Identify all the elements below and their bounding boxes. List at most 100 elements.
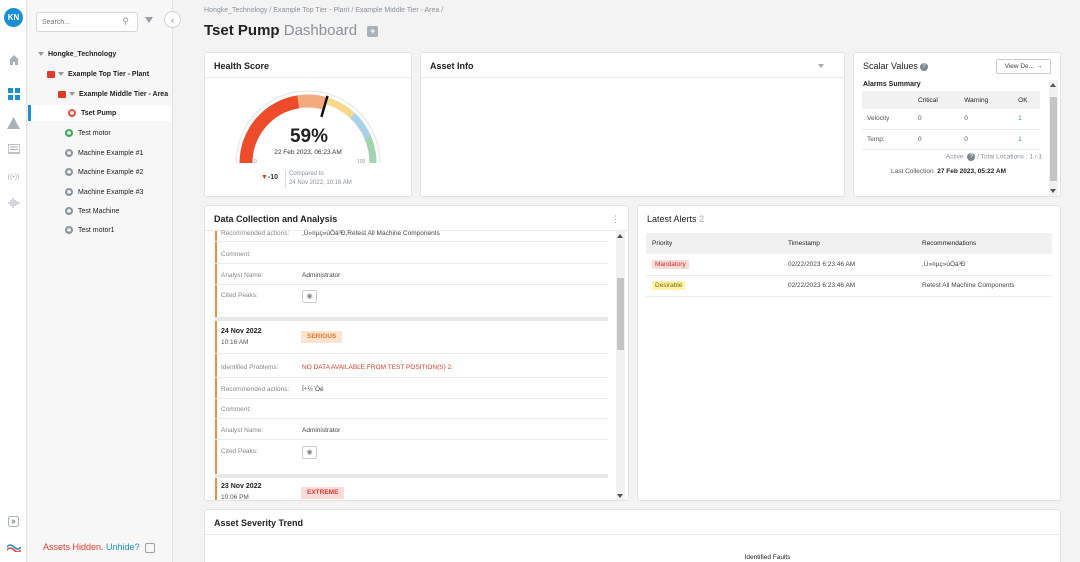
- left-rail: KN ((•)): [0, 0, 27, 562]
- entry-date: 23 Nov 2022: [221, 483, 262, 490]
- ok-count[interactable]: 1: [1013, 109, 1040, 130]
- scrollbar-thumb[interactable]: [1050, 97, 1057, 181]
- view-peaks-button[interactable]: ◉: [302, 290, 317, 303]
- tree-item-label: Machine Example #1: [78, 149, 144, 157]
- settings-icon[interactable]: [6, 514, 21, 529]
- tree-item-company[interactable]: Hongke_Technology: [38, 46, 116, 62]
- severity-trend-card: Asset Severity Trend Identified Faults: [204, 509, 1061, 562]
- severity-stripe: [215, 478, 217, 500]
- more-options-icon[interactable]: ⋮: [611, 214, 620, 225]
- scrollbar-thumb[interactable]: [617, 278, 624, 350]
- view-peaks-button[interactable]: ◉: [302, 446, 317, 459]
- data-collection-title: Data Collection and Analysis: [214, 214, 338, 224]
- identified-value: NO DATA AVAILABLE FROM TEST POSITION(S) …: [302, 364, 453, 371]
- filter-icon[interactable]: [145, 17, 153, 23]
- data-collection-scrollbar[interactable]: [616, 231, 625, 500]
- tree-item-area[interactable]: Example Middle Tier - Area: [58, 86, 168, 102]
- priority-cell: Desirable: [646, 275, 782, 297]
- home-icon[interactable]: [6, 52, 21, 67]
- caret-down-icon[interactable]: [69, 92, 75, 96]
- compared-label: Compared to: [289, 171, 324, 177]
- alarms-summary-title: Alarms Summary: [863, 81, 921, 88]
- tree-item-machine[interactable]: ✱ Machine Example #3: [65, 184, 143, 200]
- tree-item-machine[interactable]: ✱ Machine Example #2: [65, 164, 143, 180]
- arrow-right-icon: →: [1035, 63, 1043, 70]
- column-header: Timestamp: [782, 233, 916, 254]
- message-icon[interactable]: [6, 142, 21, 157]
- divider: [215, 398, 608, 399]
- machine-icon: ✱: [65, 207, 73, 215]
- scroll-up-icon[interactable]: [1050, 83, 1056, 87]
- ok-count[interactable]: 1: [1013, 129, 1040, 150]
- search-icon[interactable]: ⚲: [122, 16, 129, 27]
- alerts-count: 2: [699, 214, 705, 224]
- recommended-value: Í÷½¨Òé: [302, 386, 324, 393]
- tree-item-machine[interactable]: ✱ Test motor1: [65, 222, 115, 238]
- tree-item-machine[interactable]: ✱ Test motor: [65, 125, 111, 141]
- scroll-down-icon[interactable]: [1050, 189, 1056, 193]
- health-delta: ▼-10: [261, 174, 278, 181]
- severity-badge: EXTREME: [301, 487, 345, 499]
- compared-info: Compared to 24 Nov 2022, 10:16 AM: [285, 170, 352, 188]
- tree-item-label: Test motor: [78, 129, 111, 137]
- tree-item-label: Tset Pump: [81, 109, 117, 117]
- help-icon[interactable]: ?: [967, 153, 976, 161]
- add-widget-icon[interactable]: +: [367, 25, 379, 37]
- unhide-icon[interactable]: [145, 542, 156, 553]
- entry-time: 10:16 AM: [221, 339, 249, 346]
- severity-stripe: [215, 231, 217, 317]
- scroll-up-icon[interactable]: [617, 234, 623, 238]
- help-icon[interactable]: ?: [919, 62, 928, 71]
- divider: [215, 241, 608, 242]
- scroll-down-icon[interactable]: [617, 494, 623, 498]
- table-row[interactable]: Desirable 02/22/2023 6:23:46 AM Retest A…: [646, 275, 1052, 297]
- recommendation-cell: Retest All Machine Components: [916, 275, 1052, 297]
- machine-icon: ✱: [65, 226, 73, 234]
- scalar-values-card: Scalar Values? View De... → Alarms Summa…: [853, 52, 1061, 197]
- table-row[interactable]: Mandatory 02/22/2023 6:23:46 AM ,Ù»¤µç»ú…: [646, 254, 1052, 276]
- breadcrumb[interactable]: Hongke_Technology / Example Top Tier - P…: [204, 7, 443, 14]
- row-name: Temp.: [862, 129, 913, 150]
- health-score-card: Health Score 59% 22 Feb 2023, 06:23 AM 0…: [204, 52, 412, 197]
- tree-item-plant[interactable]: Example Top Tier - Plant: [47, 66, 149, 82]
- unhide-link[interactable]: Unhide?: [106, 542, 140, 552]
- timestamp-cell: 02/22/2023 6:23:46 AM: [782, 254, 916, 276]
- gauge-min-label: 0: [254, 159, 257, 165]
- priority-cell: Mandatory: [646, 254, 782, 276]
- chevron-down-icon[interactable]: [818, 64, 824, 68]
- search-input[interactable]: [42, 16, 112, 29]
- table-header-row: Priority Timestamp Recommendations: [646, 233, 1052, 254]
- identified-faults-label: Identified Faults: [744, 554, 791, 561]
- collapse-sidebar-button[interactable]: ‹: [164, 11, 181, 28]
- scalar-scrollbar[interactable]: [1049, 80, 1058, 196]
- health-score-title: Health Score: [214, 61, 270, 71]
- critical-count: 0: [912, 109, 960, 130]
- view-details-label: View De...: [1004, 63, 1035, 70]
- divider: [215, 418, 608, 419]
- column-header: Priority: [646, 233, 782, 254]
- total-locations: / Total Locations : 1 / 1: [977, 153, 1042, 161]
- user-avatar[interactable]: KN: [4, 8, 23, 27]
- wireless-sensor-icon[interactable]: ((•)): [6, 170, 21, 185]
- alert-triangle-icon[interactable]: [6, 115, 21, 130]
- data-collection-card: Data Collection and Analysis ⋮ Recommend…: [204, 205, 629, 501]
- tree-item-tset-pump[interactable]: ✱ Tset Pump: [28, 105, 172, 121]
- tree-item-machine[interactable]: ✱ Machine Example #1: [65, 145, 143, 161]
- recommended-value: ,Ù»¤µç»úÖá³Ð,Retest All Machine Componen…: [302, 230, 440, 237]
- waveform-icon[interactable]: [6, 195, 21, 210]
- latest-alerts-text: Latest Alerts: [647, 214, 697, 224]
- caret-down-icon[interactable]: [58, 72, 64, 76]
- column-header: Recommendations: [916, 233, 1052, 254]
- tree-item-machine[interactable]: ✱ Test Machine: [65, 203, 119, 219]
- table-row: Velocity 0 0 1: [862, 109, 1040, 130]
- caret-down-icon[interactable]: [38, 52, 44, 56]
- view-details-button[interactable]: View De... →: [996, 59, 1051, 74]
- timestamp-cell: 02/22/2023 6:23:46 AM: [782, 275, 916, 297]
- recommended-label: Recommended actions:: [221, 386, 290, 393]
- tree-item-label: Machine Example #2: [78, 168, 144, 176]
- dashboard-icon[interactable]: [6, 86, 21, 101]
- machine-icon: ✱: [65, 188, 73, 196]
- recommendation-cell: ,Ù»¤µç»úÖá³Ð: [916, 254, 1052, 276]
- tree-item-label: Example Top Tier - Plant: [68, 70, 150, 78]
- critical-count: 0: [912, 129, 960, 150]
